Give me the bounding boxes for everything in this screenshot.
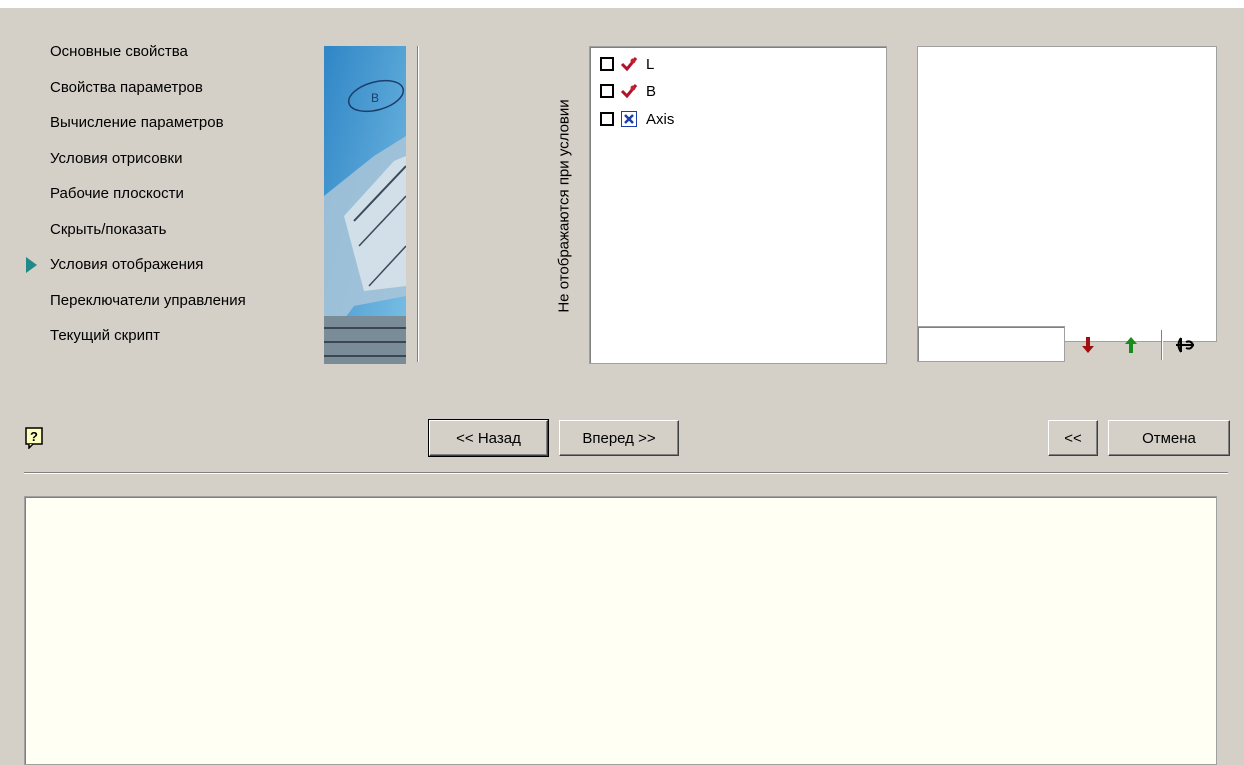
step-current-script[interactable]: Текущий скрипт (30, 322, 320, 358)
step-label: Условия отрисовки (50, 149, 183, 167)
condition-checkbox[interactable] (600, 112, 614, 126)
step-label: Текущий скрипт (50, 327, 160, 344)
condition-item-l[interactable]: L (600, 53, 654, 75)
axis-x-icon (620, 110, 638, 128)
step-label: Условия отображения (50, 256, 204, 273)
condition-item-label: L (646, 55, 655, 73)
collapse-button[interactable]: << (1048, 420, 1098, 456)
condition-expression-box[interactable] (917, 46, 1217, 342)
condition-item-axis[interactable]: Axis (600, 108, 674, 130)
window-top-edge (0, 0, 1244, 8)
step-hide-show[interactable]: Скрыть/показать (30, 216, 320, 252)
step-display-conditions[interactable]: Условия отображения (26, 251, 320, 287)
wizard-step-list: Основные свойства Свойства параметров Вы… (26, 38, 320, 358)
condition-item-b[interactable]: B (600, 80, 656, 102)
step-control-switches[interactable]: Переключатели управления (30, 287, 320, 323)
step-label: Рабочие плоскости (50, 185, 184, 202)
condition-value-input[interactable] (917, 326, 1065, 362)
step-label: Вычисление параметров (50, 114, 224, 131)
conditions-listbox[interactable]: L B Axis (589, 46, 887, 364)
svg-text:?: ? (30, 429, 38, 444)
cancel-button[interactable]: Отмена (1108, 420, 1230, 456)
step-label: Переключатели управления (50, 291, 246, 309)
step-work-planes[interactable]: Рабочие плоскости (30, 180, 320, 216)
step-drawing-conditions[interactable]: Условия отрисовки (30, 145, 320, 181)
step-label: Свойства параметров (50, 78, 203, 96)
condition-checkbox[interactable] (600, 57, 614, 71)
green-arrow-up-icon[interactable] (1118, 332, 1144, 358)
wizard-decorative-image: B (324, 46, 406, 364)
help-icon[interactable]: ? (25, 427, 45, 450)
step-label: Основные свойства (50, 43, 188, 60)
toolbar-separator (1161, 330, 1163, 360)
parameter-check-icon (620, 55, 638, 73)
svg-text:B: B (371, 91, 379, 105)
step-parameter-properties[interactable]: Свойства параметров (30, 74, 320, 110)
condition-item-label: B (646, 82, 657, 100)
red-arrow-down-icon[interactable] (1075, 332, 1101, 358)
parameter-check-icon (620, 82, 638, 100)
step-label: Скрыть/показать (50, 220, 167, 238)
active-step-marker-icon (26, 257, 37, 273)
conditions-vertical-label-text: Не отображаются при условии (555, 99, 573, 313)
condition-checkbox[interactable] (600, 84, 614, 98)
conditions-vertical-label: Не отображаются при условии (552, 48, 576, 364)
description-panel (24, 496, 1217, 765)
step-main-properties[interactable]: Основные свойства (30, 38, 320, 74)
condition-editor-icon[interactable] (1172, 332, 1198, 358)
vertical-separator (417, 46, 419, 362)
step-parameter-calculation[interactable]: Вычисление параметров (30, 109, 320, 145)
next-button[interactable]: Вперед >> (559, 420, 679, 456)
horizontal-separator (24, 472, 1228, 474)
condition-item-label: Axis (646, 110, 675, 128)
back-button[interactable]: << Назад (428, 419, 549, 457)
